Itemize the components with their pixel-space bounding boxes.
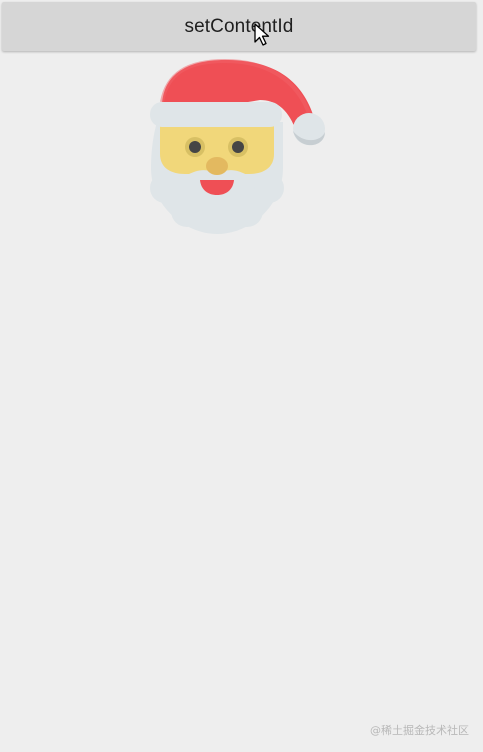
- santa-claus-icon: [150, 58, 325, 234]
- app-screen: setContentId @稀土掘金技术社区: [0, 0, 483, 752]
- set-content-id-button[interactable]: setContentId: [2, 2, 476, 51]
- mouse-cursor-icon: [254, 23, 270, 46]
- watermark-text: @稀土掘金技术社区: [370, 724, 469, 737]
- button-label: setContentId: [184, 15, 294, 37]
